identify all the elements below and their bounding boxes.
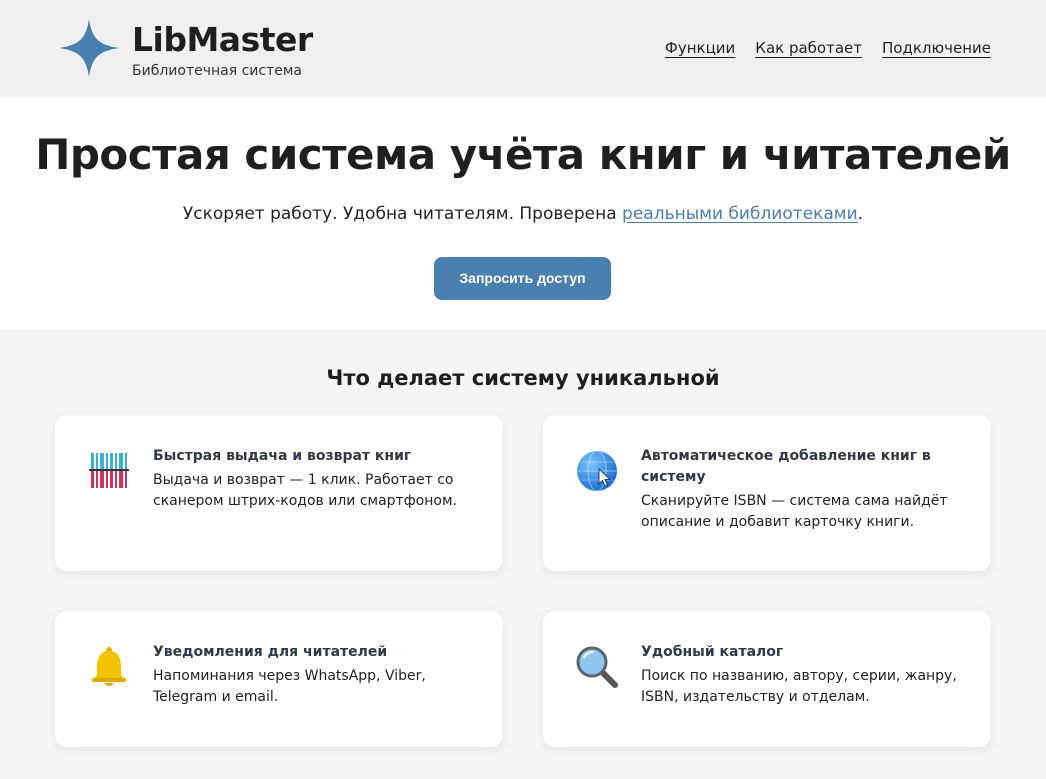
hero-subtitle: Ускоряет работу. Удобна читателям. Прове… — [0, 202, 1046, 226]
barcode-icon — [89, 453, 129, 488]
request-access-button[interactable]: Запросить доступ — [434, 257, 611, 300]
hero-section: Простая система учёта книг и читателей У… — [0, 97, 1046, 329]
hero-subtitle-end: . — [857, 204, 864, 224]
feature-card-auto-add: Автоматическое добавление книг в систему… — [543, 415, 991, 571]
magnifier-icon — [576, 646, 618, 688]
feature-card-catalog: Удобный каталог Поиск по названию, автор… — [543, 611, 991, 747]
nav-link-connect[interactable]: Подключение — [882, 38, 991, 58]
feature-description: Напоминания через WhatsApp, Viber, Teleg… — [153, 668, 426, 705]
site-header: LibMaster Библиотечная система Функции К… — [0, 0, 1046, 97]
feature-card-checkout: Быстрая выдача и возврат книг Выдача и в… — [55, 415, 503, 571]
real-libraries-link[interactable]: реальными библиотеками — [622, 204, 858, 224]
feature-description: Поиск по названию, автору, серии, жанру,… — [641, 668, 957, 705]
feature-title: Автоматическое добавление книг в систему — [641, 448, 931, 485]
nav-link-features[interactable]: Функции — [665, 38, 735, 58]
brand-name[interactable]: LibMaster — [132, 22, 313, 58]
feature-description: Выдача и возврат — 1 клик. Работает со с… — [153, 472, 457, 509]
feature-title: Быстрая выдача и возврат книг — [153, 448, 412, 464]
nav-link-how-it-works[interactable]: Как работает — [755, 38, 862, 58]
feature-title: Уведомления для читателей — [153, 644, 388, 660]
features-title: Что делает систему уникальной — [326, 366, 720, 390]
main-nav: Функции Как работает Подключение — [665, 38, 991, 58]
feature-title: Удобный каталог — [641, 644, 784, 660]
feature-description: Сканируйте ISBN — система сама найдёт оп… — [641, 493, 948, 530]
bell-icon — [92, 647, 126, 686]
hero-subtitle-text: Ускоряет работу. Удобна читателям. Прове… — [182, 204, 623, 224]
four-point-star-icon — [59, 19, 119, 77]
globe-cursor-icon — [577, 450, 617, 492]
feature-card-notifications: Уведомления для читателей Напоминания че… — [55, 611, 503, 747]
hero-title: Простая система учёта книг и читателей — [35, 130, 1011, 179]
brand-tagline: Библиотечная система — [132, 63, 302, 79]
